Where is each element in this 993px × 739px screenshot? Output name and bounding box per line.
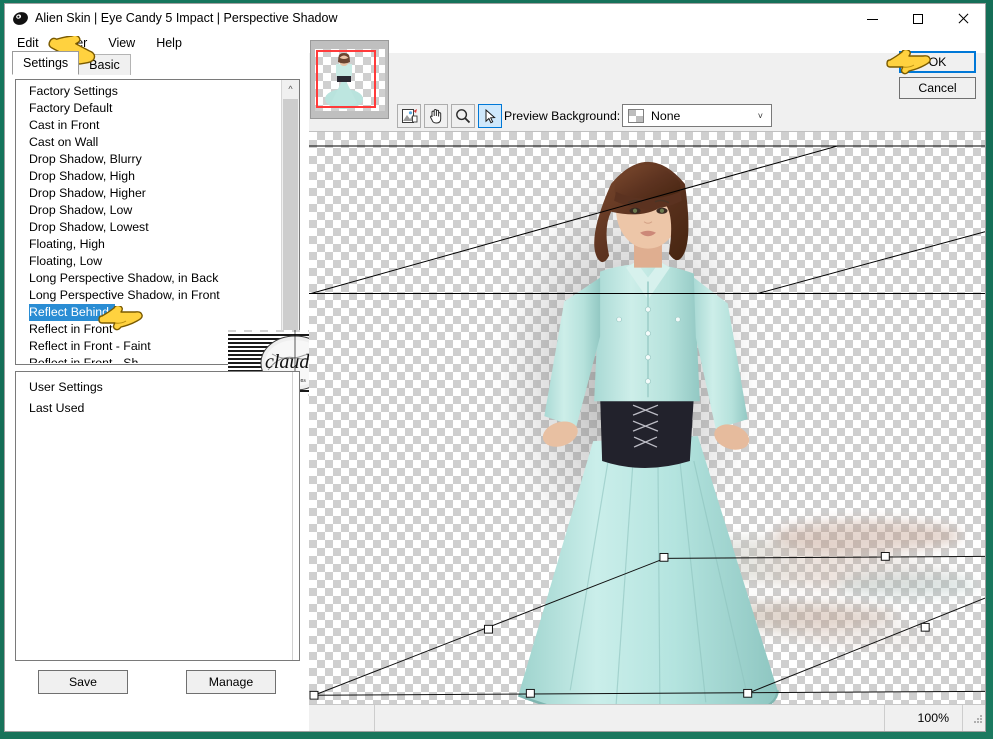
menu-bar: Edit Filter View Help <box>5 34 985 53</box>
manage-button[interactable]: Manage <box>186 670 276 694</box>
preview-background-select[interactable]: None ˅ <box>622 104 772 127</box>
handle-left-mid <box>483 624 493 634</box>
minimize-button[interactable] <box>850 4 895 34</box>
save-button[interactable]: Save <box>38 670 128 694</box>
dialog-buttons: OK Cancel <box>899 51 976 99</box>
list-item[interactable]: User Settings <box>16 377 292 398</box>
maximize-icon <box>912 14 923 24</box>
close-button[interactable] <box>940 4 985 34</box>
transparency-swatch-icon <box>628 108 644 123</box>
factory-settings-items: Factory Settings Factory Default Cast in… <box>16 80 281 364</box>
tab-settings[interactable]: Settings <box>12 51 80 75</box>
list-item[interactable]: Drop Shadow, Higher <box>16 185 281 202</box>
handle-top-left <box>659 552 669 562</box>
list-item[interactable]: Factory Default <box>16 100 281 117</box>
ok-button[interactable]: OK <box>899 51 976 73</box>
list-item[interactable]: Factory Settings <box>16 83 281 100</box>
list-item[interactable]: Drop Shadow, Blurry <box>16 151 281 168</box>
list-item[interactable]: Cast in Front <box>16 117 281 134</box>
cancel-button[interactable]: Cancel <box>899 77 976 99</box>
resize-grip[interactable] <box>963 705 985 731</box>
preview-panel: Preview Background: None ˅ OK Cancel 100… <box>309 40 985 731</box>
window-controls <box>850 4 985 34</box>
perspective-handles[interactable] <box>309 132 985 704</box>
preview-tools <box>397 104 505 128</box>
arrow-select-tool[interactable] <box>478 104 502 128</box>
preview-background-value: None <box>651 108 681 123</box>
alien-skin-icon <box>12 10 29 27</box>
status-bar: 100% <box>309 704 985 731</box>
title-bar: Alien Skin | Eye Candy 5 Impact | Perspe… <box>5 4 985 34</box>
minimize-icon <box>867 18 878 20</box>
list-item[interactable]: Cast on Wall <box>16 134 281 151</box>
handle-right-mid <box>920 622 930 632</box>
list-item[interactable]: Floating, Low <box>16 253 281 270</box>
handle-bottom-mid <box>525 688 535 698</box>
scrollbar-thumb[interactable] <box>283 99 298 334</box>
user-list-scrollbar[interactable] <box>292 372 299 660</box>
navigator-selection-rect[interactable] <box>316 50 376 108</box>
settings-button-row: Save Manage <box>5 670 309 694</box>
list-item-label: Reflect Behind <box>29 304 115 321</box>
window-title: Alien Skin | Eye Candy 5 Impact | Perspe… <box>35 11 338 25</box>
scrollbar-track[interactable] <box>282 97 299 347</box>
menu-help[interactable]: Help <box>153 35 191 52</box>
user-settings-items: User Settings Last Used <box>16 372 292 660</box>
list-scrollbar[interactable]: ^ ˅ <box>281 80 299 364</box>
menu-view[interactable]: View <box>105 35 144 52</box>
handle-bottom-right <box>743 688 753 698</box>
application-window: Alien Skin | Eye Candy 5 Impact | Perspe… <box>4 3 986 732</box>
main-content: Settings Basic Factory Settings Factory … <box>5 40 985 731</box>
hand-tool[interactable] <box>424 104 448 128</box>
user-settings-list[interactable]: User Settings Last Used <box>15 371 300 661</box>
list-item[interactable]: Floating, High <box>16 236 281 253</box>
zoom-tool[interactable] <box>451 104 475 128</box>
preview-background-label: Preview Background: <box>504 109 621 123</box>
list-item-selected[interactable]: Reflect Behind <box>16 304 281 321</box>
list-item[interactable]: Long Perspective Shadow, in Back <box>16 270 281 287</box>
menu-edit[interactable]: Edit <box>14 35 48 52</box>
list-item[interactable]: Last Used <box>16 398 292 419</box>
navigator-thumbnail[interactable] <box>310 40 389 119</box>
menu-filter[interactable]: Filter <box>57 35 97 52</box>
handle-top-mid <box>880 552 890 561</box>
status-cell-1 <box>309 705 375 731</box>
handle-bottom-left <box>309 690 319 700</box>
tab-strip: Settings Basic <box>5 51 309 75</box>
close-icon <box>957 13 969 25</box>
status-cell-2 <box>375 705 885 731</box>
zoom-level: 100% <box>885 705 963 731</box>
tab-basic[interactable]: Basic <box>78 54 131 75</box>
preview-canvas[interactable] <box>309 131 985 704</box>
list-item[interactable]: Drop Shadow, Lowest <box>16 219 281 236</box>
factory-settings-list[interactable]: Factory Settings Factory Default Cast in… <box>15 79 300 365</box>
chevron-up-icon[interactable]: ^ <box>282 80 299 97</box>
maximize-button[interactable] <box>895 4 940 34</box>
chevron-down-icon[interactable]: ˅ <box>758 111 763 121</box>
settings-panel: Settings Basic Factory Settings Factory … <box>5 51 362 731</box>
list-item[interactable]: Drop Shadow, Low <box>16 202 281 219</box>
image-preview-tool[interactable] <box>397 104 421 128</box>
preview-toolbar-strip: Preview Background: None ˅ OK Cancel <box>309 40 985 131</box>
list-item[interactable]: Drop Shadow, High <box>16 168 281 185</box>
list-item[interactable]: Long Perspective Shadow, in Front <box>16 287 281 304</box>
